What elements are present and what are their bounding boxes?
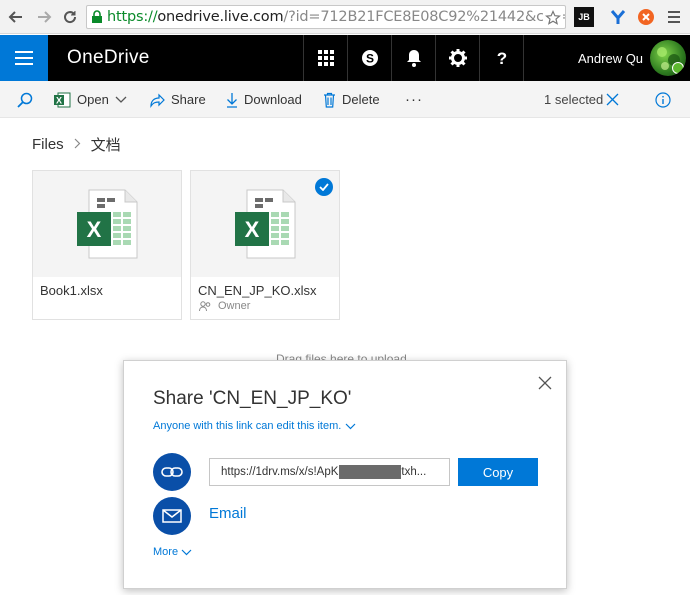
browser-toolbar: https://onedrive.live.com/?id=712B21FCE8…: [0, 0, 690, 34]
svg-text:S: S: [365, 52, 373, 66]
file-owner: Owner: [199, 300, 250, 312]
browser-menu-icon[interactable]: [664, 7, 684, 27]
more-label: More: [153, 546, 179, 558]
svg-text:?: ?: [496, 49, 506, 67]
reload-icon: [64, 11, 77, 24]
link-suffix: txh...: [401, 466, 427, 478]
svg-text:X: X: [87, 217, 102, 242]
command-bar: X Open Share Download Delete ··· 1 selec…: [0, 81, 690, 118]
svg-text:X: X: [56, 95, 62, 105]
download-icon: [226, 92, 238, 108]
share-dialog: Share 'CN_EN_JP_KO' Anyone with this lin…: [123, 360, 567, 589]
download-button[interactable]: Download: [226, 81, 302, 118]
search-icon: [17, 92, 33, 108]
email-link[interactable]: Email: [209, 505, 247, 522]
skype-icon: S: [361, 50, 378, 66]
clear-selection-button[interactable]: [606, 81, 619, 118]
chevron-down-icon: [345, 423, 356, 429]
breadcrumb-files[interactable]: Files: [32, 136, 64, 153]
info-pane-button[interactable]: [655, 81, 671, 118]
back-button[interactable]: [6, 6, 26, 28]
forward-button[interactable]: [34, 6, 54, 28]
share-icon: [149, 92, 165, 108]
bell-icon: [406, 50, 421, 67]
url-scheme: https://: [107, 9, 158, 25]
online-status-icon: [672, 62, 684, 74]
copy-button[interactable]: Copy: [458, 458, 538, 486]
close-icon: [538, 376, 552, 390]
envelope-icon: [162, 509, 182, 523]
open-label: Open: [77, 92, 109, 107]
selection-count: 1 selected: [544, 92, 604, 107]
download-label: Download: [244, 92, 302, 107]
help-button[interactable]: ?: [479, 35, 524, 81]
app-header: OneDrive S ? Andrew Qu: [0, 35, 690, 81]
forward-arrow-icon: [38, 11, 52, 23]
file-name: Book1.xlsx: [40, 283, 103, 298]
jetbrains-extension-icon[interactable]: JB: [574, 7, 594, 27]
link-icon: [161, 467, 183, 477]
close-dialog-button[interactable]: [538, 376, 552, 390]
selected-checkmark-icon[interactable]: [315, 178, 333, 196]
chevron-right-icon: [74, 137, 81, 152]
chevron-down-icon: [181, 549, 192, 555]
address-bar[interactable]: https://onedrive.live.com/?id=712B21FCE8…: [86, 5, 566, 29]
excel-file-icon: X: [77, 189, 138, 259]
y-extension-icon[interactable]: [608, 7, 628, 27]
skype-button[interactable]: S: [347, 35, 391, 81]
delete-button[interactable]: Delete: [323, 81, 380, 118]
chevron-down-icon: [115, 96, 127, 103]
delete-label: Delete: [342, 92, 380, 107]
share-label: Share: [171, 92, 206, 107]
close-icon: [606, 93, 619, 106]
share-button[interactable]: Share: [149, 81, 206, 118]
owner-label: Owner: [218, 300, 251, 312]
question-mark-icon: ?: [496, 49, 506, 67]
redacted-block: [339, 465, 402, 479]
excel-icon: X: [54, 92, 71, 108]
bookmark-star-icon[interactable]: [543, 8, 563, 28]
file-tile-book1[interactable]: X Book1.xlsx: [32, 170, 182, 320]
grid-icon: [317, 50, 334, 66]
link-prefix: https://1drv.ms/x/s!ApK: [221, 466, 339, 478]
more-options-link[interactable]: More: [153, 546, 192, 558]
people-icon: [199, 300, 211, 311]
notifications-button[interactable]: [391, 35, 435, 81]
lock-icon: [87, 7, 107, 27]
file-thumbnail: X: [33, 171, 181, 277]
open-button[interactable]: X Open: [54, 81, 127, 118]
share-link-field[interactable]: https://1drv.ms/x/s!ApK txh...: [209, 458, 450, 486]
orange-extension-icon[interactable]: [636, 7, 656, 27]
breadcrumb-current[interactable]: 文档: [91, 134, 121, 155]
apps-grid-button[interactable]: [303, 35, 347, 81]
trash-icon: [323, 92, 336, 108]
permission-label: Anyone with this link can edit this item…: [153, 420, 342, 432]
settings-button[interactable]: [435, 35, 479, 81]
info-icon: [655, 91, 671, 108]
more-actions-button[interactable]: ···: [405, 81, 423, 118]
reload-button[interactable]: [60, 6, 80, 28]
user-name[interactable]: Andrew Qu: [578, 51, 643, 66]
url-text: https://onedrive.live.com/?id=712B21FCE8…: [107, 9, 566, 25]
url-host: onedrive.live.com: [157, 9, 284, 25]
file-tile-cn-en-jp-ko[interactable]: X CN_EN_JP_KO.xlsx Owner: [190, 170, 340, 320]
email-share-button[interactable]: [153, 497, 191, 535]
svg-text:X: X: [245, 217, 260, 242]
breadcrumb: Files 文档: [32, 134, 121, 155]
avatar[interactable]: [650, 40, 686, 76]
brand-title[interactable]: OneDrive: [67, 47, 150, 69]
gear-icon: [448, 49, 467, 67]
jetbrains-label: JB: [578, 11, 590, 22]
excel-file-icon: X: [235, 189, 296, 259]
url-path: /?id=712B21FCE8E08C92%21442&cid=: [283, 9, 566, 25]
app-launcher-button[interactable]: [0, 35, 48, 81]
search-button[interactable]: [17, 81, 33, 118]
hamburger-icon: [15, 51, 33, 65]
get-link-button[interactable]: [153, 453, 191, 491]
file-name: CN_EN_JP_KO.xlsx: [198, 283, 317, 298]
permission-dropdown[interactable]: Anyone with this link can edit this item…: [153, 420, 356, 432]
back-arrow-icon: [8, 11, 22, 23]
dialog-title: Share 'CN_EN_JP_KO': [153, 388, 352, 409]
